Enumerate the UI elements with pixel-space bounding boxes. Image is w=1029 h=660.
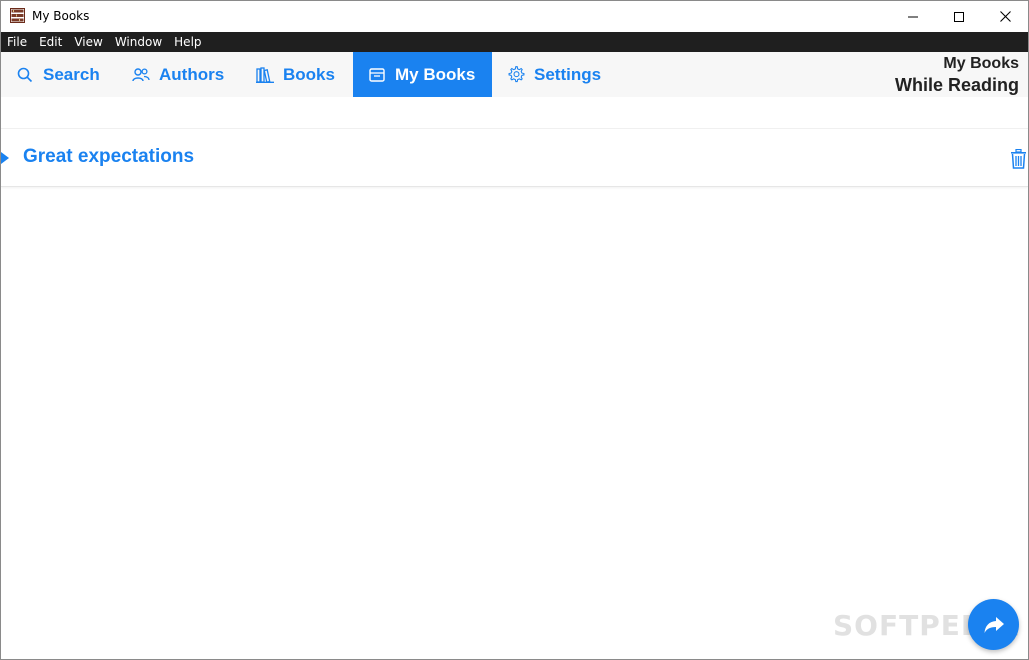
books-icon — [256, 66, 274, 84]
menu-edit[interactable]: Edit — [33, 32, 68, 52]
maximize-button[interactable] — [936, 1, 982, 32]
tab-authors-label: Authors — [159, 64, 225, 84]
expand-arrow-icon[interactable] — [1, 152, 9, 164]
trash-icon[interactable] — [1010, 149, 1027, 169]
tab-search-label: Search — [43, 64, 100, 84]
page-header: My Books While Reading — [895, 54, 1019, 96]
minimize-button[interactable] — [890, 1, 936, 32]
menu-help[interactable]: Help — [168, 32, 207, 52]
window-title: My Books — [32, 9, 90, 23]
bookshelf-icon — [10, 8, 25, 23]
close-icon — [999, 11, 1011, 22]
maximize-icon — [954, 11, 964, 22]
menu-view[interactable]: View — [68, 32, 108, 52]
gear-icon — [507, 66, 525, 84]
tab-settings-label: Settings — [534, 64, 602, 84]
share-icon — [984, 616, 1004, 633]
tab-my-books-label: My Books — [395, 64, 476, 84]
tab-my-books[interactable]: My Books — [353, 52, 492, 97]
menu-bar: File Edit View Window Help — [1, 32, 1028, 52]
tab-books-label: Books — [283, 64, 335, 84]
tab-search[interactable]: Search — [16, 52, 116, 97]
search-icon — [16, 66, 34, 84]
app-window: My Books File Edit View Window Help Sear… — [0, 0, 1029, 660]
users-icon — [132, 66, 150, 84]
book-title[interactable]: Great expectations — [23, 146, 194, 168]
title-bar[interactable]: My Books — [1, 1, 1028, 32]
inbox-icon — [368, 66, 386, 84]
tab-authors[interactable]: Authors — [132, 52, 242, 97]
nav-bar: Search Authors Books My Books Settings M… — [1, 52, 1028, 97]
share-button[interactable] — [968, 599, 1019, 650]
close-button[interactable] — [982, 1, 1028, 32]
tab-books[interactable]: Books — [256, 52, 351, 97]
minimize-icon — [908, 16, 918, 17]
page-title: My Books — [943, 55, 1019, 72]
tab-settings[interactable]: Settings — [507, 52, 617, 97]
list-item[interactable]: Great expectations — [1, 129, 1028, 187]
page-subtitle: While Reading — [894, 75, 1019, 95]
menu-window[interactable]: Window — [109, 32, 168, 52]
menu-file[interactable]: File — [1, 32, 33, 52]
